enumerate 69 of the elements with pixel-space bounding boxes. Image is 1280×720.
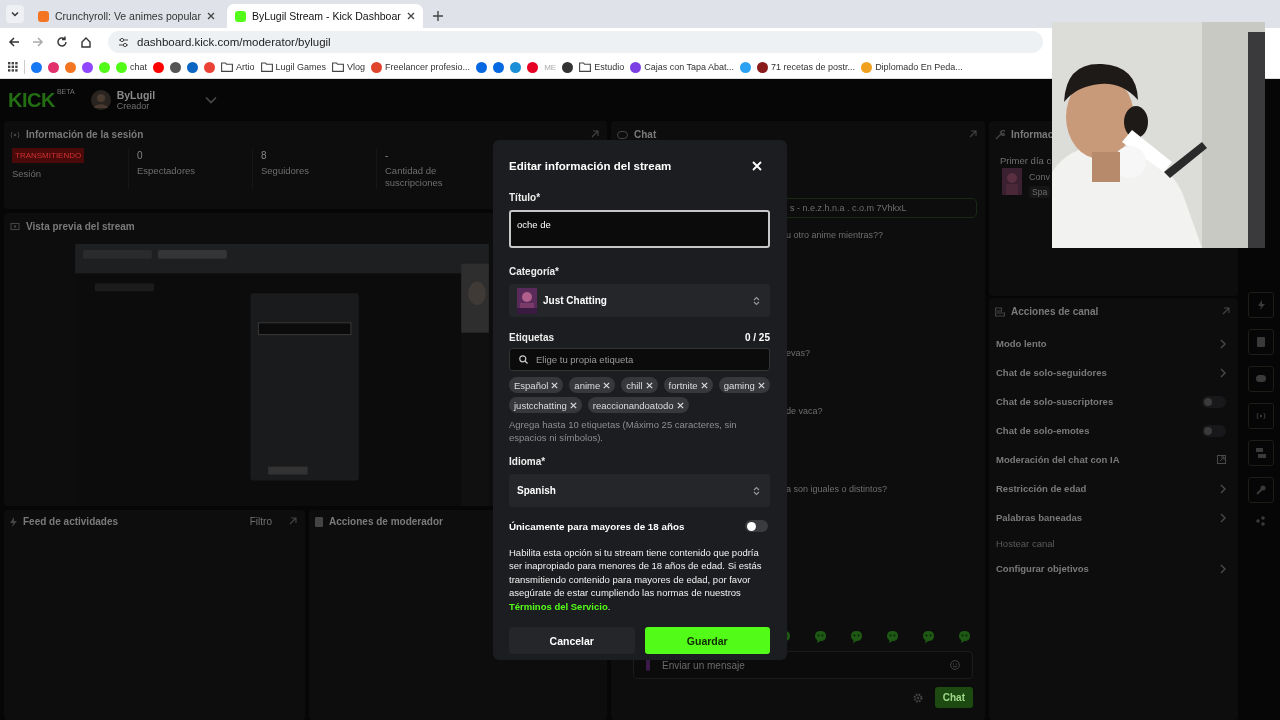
bookmark-link[interactable]: Diplomado En Peda... bbox=[861, 61, 963, 73]
user-role: Creador bbox=[116, 101, 150, 111]
bookmark-folder[interactable]: Estudio bbox=[579, 62, 625, 72]
bookmark-folder[interactable]: Artio bbox=[221, 62, 255, 72]
field-label: Etiquetas bbox=[509, 332, 554, 343]
bookmark-link[interactable]: Cajas con Tapa Abat... bbox=[630, 61, 735, 73]
title-input[interactable]: oche de bbox=[509, 210, 770, 248]
channel-action[interactable]: Palabras baneadas bbox=[996, 503, 1226, 532]
stat-label: Espectadores bbox=[137, 165, 196, 177]
stat-label: Cantidad de suscripciones bbox=[385, 165, 444, 189]
panel-title: Chat bbox=[634, 129, 657, 140]
user-name: ByLugil bbox=[116, 89, 156, 101]
save-button[interactable]: Guardar bbox=[644, 627, 770, 655]
info-category: Conv bbox=[1029, 172, 1050, 182]
send-button[interactable]: Chat bbox=[934, 687, 973, 708]
live-badge: TRANSMITIENDO bbox=[12, 148, 85, 163]
panel-title: Informac bbox=[1011, 129, 1054, 140]
category-select[interactable]: Just Chatting bbox=[509, 284, 770, 317]
bookmark-folder[interactable]: Vlog bbox=[332, 62, 366, 72]
stat-value: 0 bbox=[137, 149, 143, 161]
address-bar[interactable]: dashboard.kick.com/moderator/bylugil bbox=[108, 31, 1043, 53]
field-label: Título* bbox=[509, 192, 541, 203]
tag-chip[interactable]: chill bbox=[621, 377, 658, 393]
tag-chip[interactable]: anime bbox=[569, 377, 616, 393]
panel-title: Acciones de canal bbox=[1011, 306, 1099, 317]
language-select[interactable]: Spanish bbox=[509, 474, 770, 507]
panel-title: Feed de actividades bbox=[23, 516, 119, 527]
tag-count: 0 / 25 bbox=[744, 332, 770, 343]
info-tag: Spa bbox=[1029, 186, 1051, 198]
bookmark-link[interactable]: Freelancer profesio... bbox=[371, 61, 471, 73]
panel-title: Acciones de moderador bbox=[329, 516, 443, 527]
panel-title: Información de la sesión bbox=[26, 129, 144, 140]
info-title: Primer día c bbox=[999, 154, 1053, 166]
channel-action[interactable]: Chat de solo-suscriptores bbox=[996, 387, 1226, 416]
bookmark-link[interactable]: 71 recetas de postr... bbox=[757, 61, 856, 73]
description: Habilita esta opción si tu stream tiene contenido que podría ser inapropiado para menores de 18 años de edad. Si estás transmitiendo contenido para mayores de edad, por favor asegúrate de estar cumpliendo las normas de nuestros Términos del Servicio. bbox=[509, 546, 763, 614]
message-input[interactable]: Enviar un mensaje bbox=[660, 658, 940, 672]
channel-action[interactable]: Configurar objetivos bbox=[996, 554, 1226, 583]
stat-value: 8 bbox=[261, 149, 267, 161]
dialog-title: Editar información del stream bbox=[509, 160, 672, 172]
tag-chip[interactable]: justcchatting bbox=[509, 397, 582, 413]
tag-search-input[interactable]: Elige tu propia etiqueta bbox=[534, 353, 760, 366]
terms-link[interactable]: Términos del Servicio bbox=[509, 600, 608, 612]
tag-chip[interactable]: fortnite bbox=[663, 377, 713, 393]
channel-action[interactable]: Restricción de edad bbox=[996, 474, 1226, 503]
tag-chip[interactable]: reaccionandoatodo bbox=[587, 397, 689, 413]
tag-chip[interactable]: Español bbox=[509, 377, 564, 393]
tag-chip[interactable]: gaming bbox=[718, 377, 770, 393]
channel-action[interactable]: Chat de solo-seguidores bbox=[996, 358, 1226, 387]
toggle-label: Únicamente para mayores de 18 años bbox=[509, 520, 685, 532]
stat-label: Sesión bbox=[12, 168, 42, 180]
channel-action[interactable]: Chat de solo-emotes bbox=[996, 416, 1226, 445]
channel-action[interactable]: Modo lento bbox=[996, 329, 1226, 358]
channel-action[interactable]: Moderación del chat con IA bbox=[996, 445, 1226, 474]
stat-value: - bbox=[385, 149, 389, 161]
bookmark-folder[interactable]: Lugil Games bbox=[260, 62, 327, 72]
bookmark-link[interactable]: chat bbox=[116, 61, 147, 73]
field-label: Idioma* bbox=[509, 456, 546, 467]
field-label: Categoría* bbox=[509, 266, 559, 277]
browser-tab[interactable]: Crunchyroll: Ve animes popular bbox=[30, 4, 223, 28]
tag-search-field[interactable]: Elige tu propia etiqueta bbox=[509, 348, 770, 371]
browser-tab[interactable]: ByLugil Stream - Kick Dashboar bbox=[226, 4, 423, 28]
chat-message: u otro anime mientras?? bbox=[786, 230, 884, 240]
filter-button[interactable]: Filtro bbox=[249, 516, 272, 527]
cancel-button[interactable]: Cancelar bbox=[509, 627, 635, 655]
panel-title: Vista previa del stream bbox=[26, 221, 135, 232]
tags-hint: Agrega hasta 10 etiquetas (Máximo 25 caracteres, sin espacios ni símbolos). bbox=[509, 418, 738, 444]
chat-message: evas? bbox=[786, 348, 811, 358]
stat-label: Seguidores bbox=[261, 165, 310, 177]
